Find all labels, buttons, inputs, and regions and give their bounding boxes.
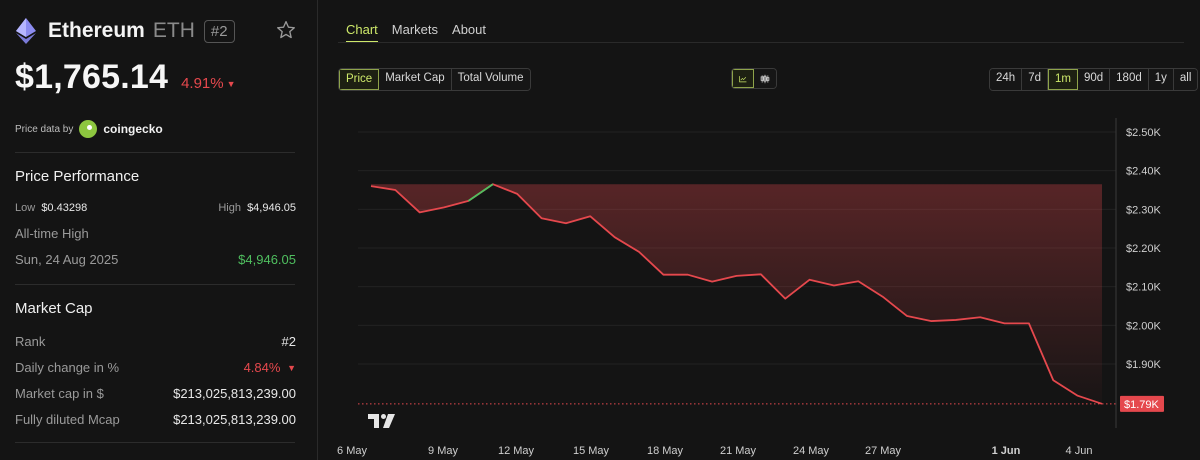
- market-cap-row: Market cap in $ $213,025,813,239.00: [15, 386, 296, 401]
- y-tick-label: $2.20K: [1126, 243, 1162, 255]
- tab-markets[interactable]: Markets: [392, 22, 438, 43]
- price-change-value: 4.91%: [181, 75, 224, 92]
- y-tick-label: $1.90K: [1126, 359, 1162, 371]
- y-tick-label: $2.40K: [1126, 166, 1162, 178]
- metric-selector: Price Market Cap Total Volume: [338, 68, 531, 91]
- ath-label: All-time High: [15, 226, 89, 241]
- x-tick-label: 21 May: [720, 445, 757, 457]
- price-source-label: Price data by: [15, 123, 74, 135]
- rank-row: Rank #2: [15, 334, 296, 349]
- fdv-row: Fully diluted Mcap $213,025,813,239.00: [15, 412, 296, 427]
- ethereum-icon: [16, 18, 36, 44]
- range-1y-button[interactable]: 1y: [1148, 69, 1174, 90]
- low-label: Low: [15, 202, 36, 214]
- tab-about[interactable]: About: [452, 22, 486, 43]
- metric-price-button[interactable]: Price: [339, 69, 380, 90]
- coin-name: Ethereum: [48, 19, 145, 42]
- ath-date-row: Sun, 24 Aug 2025 $4,946.05: [15, 252, 296, 267]
- divider: [15, 284, 295, 285]
- fdv-label: Fully diluted Mcap: [15, 412, 120, 427]
- price-row: $1,765.14 4.91% ▼: [15, 58, 236, 97]
- current-price: $1,765.14: [15, 58, 169, 96]
- daily-change-value: 4.84%: [243, 360, 281, 375]
- candlestick-icon[interactable]: [754, 69, 776, 88]
- rank-badge: #2: [203, 19, 235, 43]
- range-1m-button[interactable]: 1m: [1047, 69, 1078, 90]
- coingecko-logo-icon: [79, 120, 98, 138]
- current-price-label: $1.79K: [1124, 399, 1160, 411]
- price-source-provider[interactable]: coingecko: [103, 122, 162, 136]
- fdv-value: $213,025,813,239.00: [173, 412, 296, 427]
- range-90d-button[interactable]: 90d: [1077, 69, 1111, 90]
- down-arrow-icon: ▼: [226, 79, 236, 89]
- ath-value: $4,946.05: [238, 252, 296, 267]
- divider: [15, 152, 295, 153]
- market-cap-value: $213,025,813,239.00: [173, 386, 296, 401]
- daily-change-row: Daily change in % 4.84% ▼: [15, 360, 296, 375]
- x-tick-label: 18 May: [647, 445, 684, 457]
- down-arrow-icon: ▼: [287, 363, 296, 373]
- divider: [15, 442, 295, 443]
- star-icon[interactable]: [276, 20, 296, 40]
- low-value: $0.43298: [41, 202, 88, 214]
- main-tabs: Chart Markets About: [346, 22, 486, 43]
- metric-volume-button[interactable]: Total Volume: [451, 69, 530, 90]
- x-tick-label: 15 May: [573, 445, 610, 457]
- tradingview-logo-icon: [368, 414, 395, 428]
- range-7d-button[interactable]: 7d: [1022, 69, 1048, 90]
- price-source: Price data by coingecko: [15, 120, 163, 138]
- high-value: $4,946.05: [247, 202, 296, 214]
- range-all-button[interactable]: all: [1173, 69, 1198, 90]
- rank-value: #2: [281, 334, 296, 349]
- price-chart[interactable]: $2.50K $2.40K $2.30K $2.20K $2.10K $2.00K $1.9…: [330, 110, 1190, 460]
- market-cap-label: Market cap in $: [15, 386, 104, 401]
- coin-symbol: ETH: [152, 19, 195, 42]
- tab-chart[interactable]: Chart: [346, 22, 378, 43]
- coin-info-panel: Ethereum ETH #2 $1,765.14 4.91% ▼ Price d…: [0, 0, 318, 460]
- range-24h-button[interactable]: 24h: [990, 69, 1023, 90]
- line-chart-icon[interactable]: [732, 69, 754, 88]
- chart-type-selector: [731, 68, 777, 89]
- metric-market-cap-button[interactable]: Market Cap: [379, 69, 452, 90]
- range-selector: 24h 7d 1m 90d 180d 1y all: [989, 68, 1199, 91]
- y-tick-label: $2.30K: [1126, 204, 1162, 216]
- daily-change-label: Daily change in %: [15, 360, 120, 375]
- low-high-row: Low $0.43298 High $4,946.05: [15, 202, 296, 214]
- range-180d-button[interactable]: 180d: [1110, 69, 1149, 90]
- x-tick-label: 24 May: [793, 445, 830, 457]
- x-tick-label: 1 Jun: [992, 445, 1021, 457]
- y-tick-label: $2.10K: [1126, 282, 1162, 294]
- price-change: 4.91% ▼: [181, 75, 235, 92]
- high-label: High: [218, 202, 241, 214]
- coin-header: Ethereum ETH #2: [16, 18, 235, 44]
- ath-row: All-time High: [15, 226, 296, 241]
- price-area-fill: [371, 184, 1102, 407]
- rank-label: Rank: [15, 334, 46, 349]
- y-tick-label: $2.00K: [1126, 320, 1162, 332]
- x-tick-label: 12 May: [498, 445, 535, 457]
- ath-date: Sun, 24 Aug 2025: [15, 252, 119, 267]
- x-tick-label: 27 May: [865, 445, 902, 457]
- y-tick-label: $2.50K: [1126, 127, 1162, 139]
- market-cap-title: Market Cap: [15, 300, 93, 317]
- x-tick-label: 4 Jun: [1066, 445, 1093, 457]
- x-tick-label: 9 May: [428, 445, 458, 457]
- tabs-divider: [338, 42, 1184, 43]
- x-tick-label: 6 May: [337, 445, 367, 457]
- performance-title: Price Performance: [15, 168, 140, 185]
